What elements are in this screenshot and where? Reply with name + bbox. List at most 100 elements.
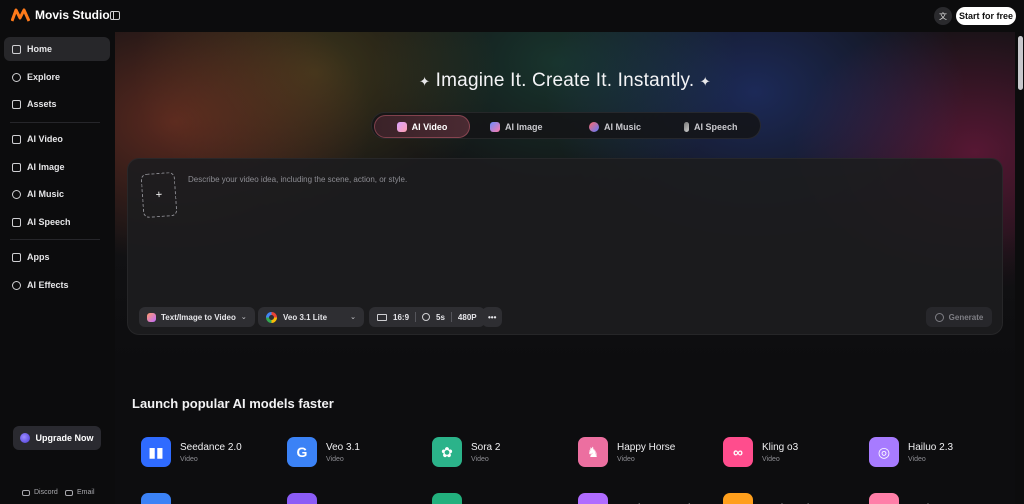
apps-icon bbox=[12, 252, 21, 262]
duration-value: 5s bbox=[436, 312, 445, 322]
scrollbar-thumb[interactable] bbox=[1018, 36, 1023, 90]
chevron-down-icon: ⌄ bbox=[240, 314, 247, 321]
tab-label: AI Video bbox=[411, 121, 448, 132]
folder-icon bbox=[12, 99, 21, 109]
separator bbox=[450, 312, 452, 322]
sidebar-divider bbox=[10, 122, 100, 123]
model-text: Sora 2 Video bbox=[471, 442, 500, 463]
model-card[interactable]: ✿ Sora 2 Video bbox=[432, 437, 500, 467]
model-type: Video bbox=[326, 455, 344, 463]
explore-icon bbox=[12, 72, 21, 82]
sidebar-item-ai-image[interactable]: AI Image bbox=[4, 155, 110, 179]
separator bbox=[415, 312, 417, 322]
scrollbar[interactable] bbox=[1016, 32, 1024, 504]
discord-link[interactable]: Discord bbox=[22, 489, 58, 496]
model-name: Kling o3 bbox=[762, 441, 799, 453]
tab-ai-image[interactable]: AI Image bbox=[490, 115, 543, 138]
plus-icon: + bbox=[155, 188, 163, 202]
hero-title: ✦ Imagine It. Create It. Instantly. ✦ bbox=[115, 70, 1015, 92]
model-card[interactable]: ♞ Happy Horse Video bbox=[578, 437, 675, 467]
sparkle-icon: ✦ bbox=[699, 74, 711, 89]
tab-label: AI Image bbox=[505, 121, 543, 132]
upgrade-label: Upgrade Now bbox=[35, 433, 94, 443]
sidebar-item-explore[interactable]: Explore bbox=[4, 65, 110, 89]
sidebar-item-ai-video[interactable]: AI Video bbox=[4, 127, 110, 151]
tab-ai-video[interactable]: AI Video bbox=[374, 115, 470, 138]
mode-label: Text/Image to Video bbox=[161, 312, 236, 322]
model-type: Video bbox=[617, 455, 635, 463]
model-card[interactable]: MovisTTS 1.0 bbox=[869, 493, 970, 504]
sidebar-item-assets[interactable]: Assets bbox=[4, 92, 110, 116]
app-logo[interactable]: Movis Studio bbox=[11, 8, 110, 22]
more-options-button[interactable]: ••• bbox=[482, 307, 503, 327]
model-type: Video bbox=[762, 455, 780, 463]
upload-image-button[interactable]: + bbox=[140, 171, 178, 219]
tab-label: AI Music bbox=[604, 121, 642, 132]
model-name: Seedance 2.0 bbox=[180, 441, 242, 453]
email-label: Email bbox=[77, 489, 95, 496]
hero-title-text: Imagine It. Create It. Instantly. bbox=[435, 70, 695, 91]
model-icon: ✿ bbox=[432, 437, 462, 467]
sidebar-item-label: Explore bbox=[27, 72, 61, 82]
model-card[interactable]: Seedream 5.0 Lite bbox=[578, 493, 699, 504]
image-tab-icon bbox=[490, 121, 500, 132]
clock-icon bbox=[422, 313, 431, 321]
model-icon bbox=[869, 493, 899, 504]
model-icon: ▮▮ bbox=[141, 437, 171, 467]
model-card[interactable]: Nano Banana Pro bbox=[287, 493, 406, 504]
model-name: Happy Horse bbox=[617, 441, 676, 453]
models-section-title: Launch popular AI models faster bbox=[132, 396, 334, 411]
top-bar: Movis Studio 文 Start for free bbox=[0, 0, 1024, 32]
model-icon: ◎ bbox=[869, 437, 899, 467]
upgrade-now-button[interactable]: Upgrade Now bbox=[13, 426, 101, 450]
mode-select[interactable]: Text/Image to Video ⌄ bbox=[139, 307, 255, 327]
movis-logo-icon bbox=[11, 8, 30, 22]
model-card[interactable]: ▮▮ Seedance 2.0 Video bbox=[141, 437, 242, 467]
sidebar-item-label: AI Effects bbox=[27, 280, 69, 290]
model-name: Veo 3.1 bbox=[326, 441, 360, 453]
model-card[interactable]: GPT Image 2 bbox=[432, 493, 530, 504]
model-card[interactable]: ◎ Hailuo 2.3 Video bbox=[869, 437, 953, 467]
main-content: ✦ Imagine It. Create It. Instantly. ✦ AI… bbox=[115, 32, 1015, 504]
sidebar-item-home[interactable]: Home bbox=[4, 37, 110, 61]
music-icon bbox=[12, 189, 21, 199]
generate-button[interactable]: Generate bbox=[926, 307, 992, 327]
tab-ai-speech[interactable]: AI Speech bbox=[684, 115, 738, 138]
translate-icon[interactable]: 文 bbox=[934, 7, 952, 25]
start-for-free-button[interactable]: Start for free bbox=[956, 7, 1016, 25]
sidebar-item-label: AI Video bbox=[27, 134, 63, 144]
sidebar-item-label: AI Music bbox=[27, 189, 65, 199]
home-icon bbox=[12, 44, 21, 54]
model-card[interactable]: G Veo 3.1 Video bbox=[287, 437, 360, 467]
model-icon bbox=[287, 493, 317, 504]
image-icon bbox=[12, 162, 21, 172]
model-icon: G bbox=[287, 437, 317, 467]
sidebar-item-ai-music[interactable]: AI Music bbox=[4, 182, 110, 206]
model-icon bbox=[432, 493, 462, 504]
email-link[interactable]: Email bbox=[65, 489, 95, 496]
video-settings[interactable]: 16:9 5s 480P bbox=[369, 307, 485, 327]
prompt-panel: + Describe your video idea, including th… bbox=[127, 158, 1003, 335]
sidebar-toggle-icon[interactable] bbox=[110, 11, 120, 20]
tab-label: AI Speech bbox=[694, 121, 738, 132]
sidebar-divider bbox=[10, 239, 100, 240]
sidebar-item-label: Assets bbox=[27, 99, 57, 109]
sidebar-item-apps[interactable]: Apps bbox=[4, 245, 110, 269]
model-card[interactable]: ∞ Kling o3 Video bbox=[723, 437, 798, 467]
model-card[interactable]: Nano Banana 2 bbox=[141, 493, 250, 504]
sidebar-item-ai-speech[interactable]: AI Speech bbox=[4, 210, 110, 234]
app-name: Movis Studio bbox=[35, 8, 110, 22]
more-icon: ••• bbox=[488, 312, 497, 322]
tab-ai-music[interactable]: AI Music bbox=[589, 115, 641, 138]
model-select-inner: Veo 3.1 Lite bbox=[266, 311, 327, 323]
sidebar-item-label: Home bbox=[27, 44, 53, 54]
ratio-value: 16:9 bbox=[393, 312, 410, 322]
model-card[interactable]: MovisMusic V5 bbox=[723, 493, 829, 504]
generate-label: Generate bbox=[948, 312, 984, 322]
model-type: Video bbox=[908, 455, 926, 463]
model-select[interactable]: Veo 3.1 Lite ⌄ bbox=[258, 307, 364, 327]
model-icon bbox=[723, 493, 753, 504]
sidebar-item-label: AI Image bbox=[27, 162, 65, 172]
sidebar-item-ai-effects[interactable]: AI Effects bbox=[4, 273, 110, 297]
prompt-input[interactable]: Describe your video idea, including the … bbox=[188, 175, 407, 184]
